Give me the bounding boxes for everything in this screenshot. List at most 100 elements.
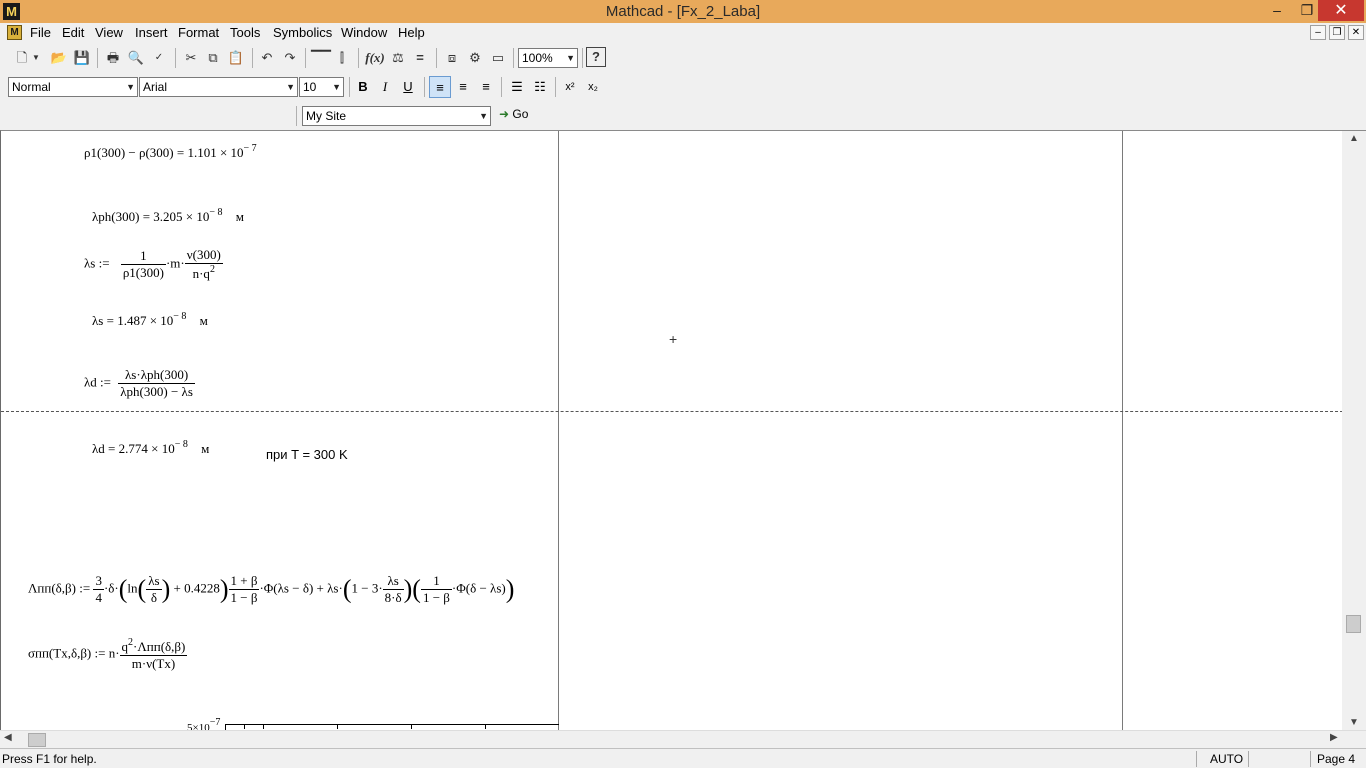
- minimize-button[interactable]: –: [1262, 0, 1292, 21]
- scroll-up-icon[interactable]: ▲: [1342, 133, 1366, 144]
- definition-lambda-d[interactable]: λd := λs·λph(300) λph(300) − λs: [84, 367, 195, 400]
- save-icon[interactable]: 💾: [71, 47, 93, 69]
- align-right-icon[interactable]: ≡: [475, 76, 497, 98]
- italic-button[interactable]: I: [374, 76, 396, 98]
- horizontal-scrollbar[interactable]: ◀ ▶: [0, 730, 1366, 748]
- menu-symbolics[interactable]: Symbolics: [273, 25, 332, 41]
- scroll-right-icon[interactable]: ▶: [1330, 732, 1338, 743]
- plot-frame-top[interactable]: [225, 724, 559, 725]
- definition-sigma-pp[interactable]: σпп(Tx,δ,β) := n· q2·Λпп(δ,β) m·ν(Tx): [28, 637, 188, 672]
- paste-icon[interactable]: 📋: [225, 47, 247, 69]
- site-select[interactable]: My Site ▼: [302, 106, 491, 126]
- open-icon[interactable]: 📂: [48, 47, 70, 69]
- scroll-thumb[interactable]: [28, 733, 46, 747]
- doc-minimize-button[interactable]: –: [1310, 25, 1326, 40]
- doc-restore-button[interactable]: ❐: [1329, 25, 1345, 40]
- status-help-text: Press F1 for help.: [2, 752, 97, 766]
- window-icon[interactable]: ▭: [487, 47, 509, 69]
- equation-text: ρ1(300) − ρ(300) = 1.101 × 10: [84, 145, 244, 160]
- term: ·Φ(λs − δ) + λs·: [259, 580, 343, 596]
- font-size-select[interactable]: 10 ▼: [299, 77, 344, 97]
- numerator: q2·Λпп(δ,β): [119, 637, 188, 656]
- zoom-select[interactable]: 100% ▼: [518, 48, 578, 68]
- bullet-list-icon[interactable]: ☰: [506, 76, 528, 98]
- toolbar-separator: [501, 77, 502, 97]
- dropdown-icon[interactable]: ▼: [30, 47, 42, 69]
- definition-lambda-s[interactable]: λs := 1 ρ1(300) ·m· ν(300) n·q2: [84, 247, 223, 282]
- toolbar-separator: [296, 106, 297, 126]
- exponent: − 8: [209, 207, 223, 218]
- menu-view[interactable]: View: [95, 25, 123, 41]
- standard-toolbar: 🗋 ▼ 📂 💾 🖶 🔍 ✓ ✂ ⧉ 📋 ↶ ↷ ▔▔ ⫿ f(x) ⚖ = ⧈ …: [0, 44, 612, 73]
- go-button[interactable]: ➜ Go: [499, 107, 528, 121]
- exponent: 2: [209, 264, 215, 275]
- menu-window[interactable]: Window: [341, 25, 387, 41]
- help-icon[interactable]: ?: [586, 47, 606, 67]
- doc-close-button[interactable]: ✕: [1348, 25, 1364, 40]
- spell-check-icon[interactable]: ✓: [148, 47, 170, 69]
- print-preview-icon[interactable]: 🔍: [125, 47, 147, 69]
- exponent: − 7: [243, 143, 257, 154]
- redo-icon[interactable]: ↷: [279, 47, 301, 69]
- plot-axis-label: 5×10−7: [187, 717, 220, 730]
- result-lambda-s[interactable]: λs = 1.487 × 10− 8 м: [92, 311, 208, 329]
- superscript-button[interactable]: x²: [559, 76, 581, 98]
- scroll-thumb[interactable]: [1346, 615, 1361, 633]
- copy-icon[interactable]: ⧉: [202, 47, 224, 69]
- insert-unit-icon[interactable]: ⚖: [387, 47, 409, 69]
- paren: ): [219, 574, 229, 604]
- status-separator: [1248, 751, 1249, 767]
- denominator: 8·δ: [384, 590, 402, 605]
- menu-insert[interactable]: Insert: [135, 25, 168, 41]
- denominator: λph(300) − λs: [120, 384, 193, 399]
- print-icon[interactable]: 🖶: [102, 47, 124, 69]
- menu-edit[interactable]: Edit: [62, 25, 84, 41]
- vertical-scrollbar[interactable]: ▲ ▼: [1342, 131, 1366, 730]
- align-down-icon[interactable]: ⫿: [331, 47, 353, 69]
- undo-icon[interactable]: ↶: [256, 47, 278, 69]
- menu-file[interactable]: File: [30, 25, 51, 41]
- denominator: m·ν(Tx): [131, 656, 176, 671]
- fraction: λs·λph(300) λph(300) − λs: [118, 367, 195, 400]
- denominator: 4: [95, 590, 102, 605]
- plot-tick: [244, 724, 245, 729]
- equation-rho-diff[interactable]: ρ1(300) − ρ(300) = 1.101 × 10− 7: [84, 143, 257, 161]
- numbered-list-icon[interactable]: ☷: [529, 76, 551, 98]
- definition-lambda-pp[interactable]: Λпп(δ,β) := 3 4 ·δ·(ln( λs δ ) + 0.4228)…: [28, 573, 514, 606]
- chevron-down-icon: ▼: [566, 53, 575, 63]
- scroll-down-icon[interactable]: ▼: [1342, 717, 1366, 728]
- exponent: − 8: [173, 311, 187, 322]
- font-select[interactable]: Arial ▼: [139, 77, 298, 97]
- menu-help[interactable]: Help: [398, 25, 425, 41]
- window-title: Mathcad - [Fx_2_Laba]: [605, 3, 761, 20]
- resource-center-icon[interactable]: ⚙: [464, 47, 486, 69]
- style-select[interactable]: Normal ▼: [8, 77, 138, 97]
- page-margin-line: [1122, 131, 1123, 730]
- result-lambda-d[interactable]: λd = 2.774 × 10− 8 м: [92, 439, 209, 457]
- subscript-button[interactable]: x₂: [582, 76, 604, 98]
- fraction: ν(300) n·q2: [184, 247, 223, 282]
- align-across-icon[interactable]: ▔▔: [310, 47, 332, 69]
- calculate-icon[interactable]: =: [409, 47, 431, 69]
- equation-lambda-ph[interactable]: λph(300) = 3.205 × 10− 8 м: [92, 207, 244, 225]
- menu-format[interactable]: Format: [178, 25, 219, 41]
- style-value: Normal: [12, 80, 51, 94]
- menu-tools[interactable]: Tools: [230, 25, 260, 41]
- align-left-icon[interactable]: ≡: [429, 76, 451, 98]
- underline-button[interactable]: U: [397, 76, 419, 98]
- insert-function-icon[interactable]: f(x): [364, 47, 386, 69]
- document-icon[interactable]: M: [7, 25, 22, 40]
- close-button[interactable]: ✕: [1318, 0, 1364, 21]
- align-center-icon[interactable]: ≡: [452, 76, 474, 98]
- insert-component-icon[interactable]: ⧈: [441, 47, 463, 69]
- paren: (: [412, 574, 421, 604]
- scroll-left-icon[interactable]: ◀: [4, 732, 12, 743]
- fraction: 1 + β 1 − β: [228, 573, 260, 606]
- numerator: 3: [93, 573, 104, 590]
- text-note[interactable]: при T = 300 K: [266, 447, 348, 462]
- worksheet[interactable]: ρ1(300) − ρ(300) = 1.101 × 10− 7 λph(300…: [0, 130, 1366, 730]
- chevron-down-icon: ▼: [479, 111, 488, 121]
- cut-icon[interactable]: ✂: [180, 47, 202, 69]
- bold-button[interactable]: B: [352, 76, 374, 98]
- numerator: 1: [420, 573, 452, 590]
